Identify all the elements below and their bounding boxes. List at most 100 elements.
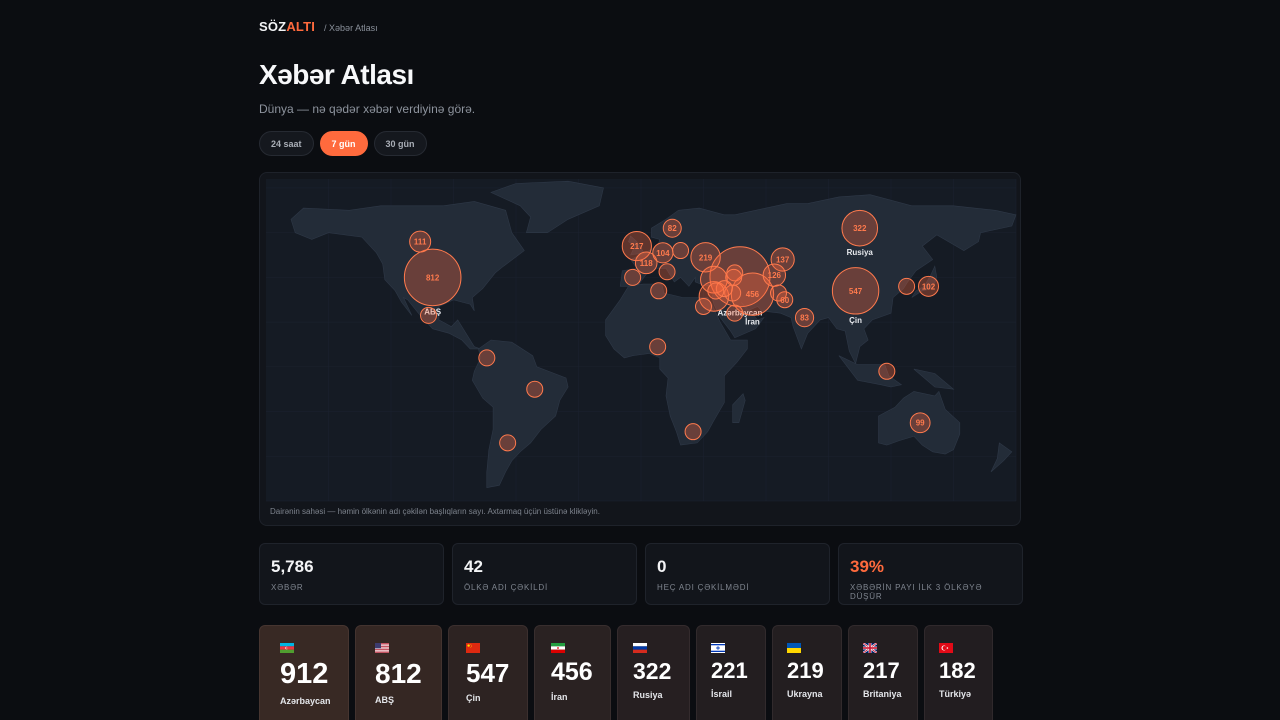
bubble-country-30[interactable] — [707, 282, 725, 300]
stat-label: XƏBƏR — [271, 583, 304, 592]
bubble-country-31[interactable] — [420, 306, 437, 324]
bubble-value-label: 111 — [414, 238, 427, 247]
stat-label: HEÇ ADI ÇƏKİLMƏDİ — [657, 583, 750, 592]
bubble-circle — [624, 268, 642, 286]
bubble-country-19[interactable] — [898, 277, 916, 295]
bubble-country-28[interactable] — [695, 297, 712, 315]
card-country-name: Çin — [466, 693, 481, 703]
bubble-country-33[interactable] — [684, 423, 702, 441]
card-country-name: İsrail — [711, 689, 733, 699]
bubble-value-label: 82 — [668, 224, 677, 233]
stat-top3-share: 39% XƏBƏRİN PAYI İLK 3 ÖLKƏYƏ DÜŞÜR — [838, 543, 1023, 605]
bubble-country-name: Rusiya — [847, 248, 874, 257]
stats-row: 5,786 XƏBƏR 42 ÖLKƏ ADI ÇƏKİLDİ 0 HEÇ AD… — [259, 543, 1023, 605]
bubble-circle — [420, 306, 437, 324]
bubble-circle — [672, 242, 690, 260]
bubble-country-38[interactable] — [770, 284, 787, 302]
bubble-circle — [726, 304, 744, 322]
card-count: 221 — [711, 658, 748, 683]
bubble-country-14[interactable]: 102 — [918, 275, 939, 297]
bubble-value-label: 217 — [630, 242, 644, 251]
bubble-circle — [649, 338, 667, 356]
bubble-country-34[interactable] — [478, 349, 496, 367]
card-country-name: Türkiyə — [939, 689, 972, 699]
bubble-circle — [499, 434, 517, 452]
ua-flag-icon — [787, 643, 801, 653]
tab-24-hours[interactable]: 24 saat — [259, 131, 314, 156]
stat-label: ÖLKƏ ADI ÇƏKİLDİ — [464, 583, 548, 592]
country-card-azerbaijan[interactable]: 912 Azərbaycan — [259, 625, 349, 720]
card-country-name: Ukrayna — [787, 689, 823, 699]
world-map-card: Azərbaycan812ABŞ547Çin456İran322Rusiya21… — [259, 172, 1021, 526]
bubble-country-32[interactable] — [526, 380, 544, 398]
bubble-country-23[interactable] — [624, 268, 642, 286]
bubble-value-label: 812 — [426, 273, 440, 282]
bubble-country-name: İran — [745, 317, 760, 326]
country-card-israel[interactable]: 221 İsrail — [696, 625, 766, 720]
stat-not-mentioned: 0 HEÇ ADI ÇƏKİLMƏDİ — [645, 543, 830, 605]
bubble-value-label: 102 — [922, 282, 936, 291]
card-count: 217 — [863, 658, 900, 683]
card-country-name: Britaniya — [863, 689, 902, 699]
country-card-iran[interactable]: 456 İran — [534, 625, 611, 720]
tab-30-days[interactable]: 30 gün — [373, 131, 427, 156]
country-card-turkey[interactable]: 182 Türkiyə — [924, 625, 993, 720]
bubble-country-12[interactable]: 111 — [409, 230, 432, 253]
tab-7-days[interactable]: 7 gün — [319, 131, 368, 156]
card-country-name: ABŞ — [375, 695, 395, 705]
top-bar: SÖZALTI / Xəbər Atlası — [259, 19, 378, 34]
ru-flag-icon — [633, 643, 647, 653]
bubble-circle — [898, 277, 916, 295]
country-card-china[interactable]: 547 Çin — [448, 625, 528, 720]
bubble-value-label: 456 — [746, 290, 760, 299]
bubble-value-label: 547 — [849, 287, 863, 296]
bubble-country-35[interactable] — [499, 434, 517, 452]
stat-label: XƏBƏRİN PAYI İLK 3 ÖLKƏYƏ DÜŞÜR — [850, 583, 983, 601]
card-count: 812 — [375, 658, 422, 689]
bubble-country-36[interactable] — [649, 338, 667, 356]
bubble-country-37[interactable] — [650, 282, 668, 300]
country-card-britain[interactable]: 217 Britaniya — [848, 625, 918, 720]
bubble-circle — [878, 362, 896, 380]
tr-flag-icon — [939, 643, 953, 653]
stat-value: 0 — [657, 557, 667, 576]
us-flag-icon — [375, 643, 389, 653]
bubble-country-13[interactable]: 104 — [652, 242, 674, 264]
card-country-name: Azərbaycan — [280, 696, 331, 706]
bubble-circle — [684, 423, 702, 441]
bubble-circle — [695, 297, 712, 315]
card-count: 456 — [551, 658, 593, 686]
bubble-country-24[interactable] — [726, 304, 744, 322]
bubble-circle — [650, 282, 668, 300]
bubble-value-label: 126 — [768, 271, 782, 280]
stat-value: 42 — [464, 557, 483, 576]
az-flag-icon — [280, 643, 294, 653]
bubble-country-22[interactable] — [658, 263, 676, 281]
bubble-country-17[interactable]: 82 — [662, 218, 682, 238]
bubble-country-21[interactable] — [672, 242, 690, 260]
bubble-country-27[interactable] — [878, 362, 896, 380]
bubble-value-label: 137 — [776, 256, 790, 265]
country-card-ukraine[interactable]: 219 Ukrayna — [772, 625, 842, 720]
country-card-russia[interactable]: 322 Rusiya — [617, 625, 690, 720]
card-country-name: Rusiya — [633, 690, 663, 700]
ir-flag-icon — [551, 643, 565, 653]
card-count: 322 — [633, 658, 672, 684]
country-cards-row: 912 Azərbaycan 812 ABŞ 547 Çin 456 İran … — [259, 625, 993, 720]
bubble-circle — [658, 263, 676, 281]
page-title: Xəbər Atlası — [259, 59, 414, 90]
stat-value: 39% — [850, 557, 885, 576]
site-logo[interactable]: SÖZALTI — [259, 19, 315, 34]
bubble-value-label: 322 — [853, 224, 867, 233]
bubble-country-10[interactable]: 126 — [762, 263, 787, 287]
bubble-country-15[interactable]: 99 — [909, 412, 931, 434]
bubble-circle — [478, 349, 496, 367]
breadcrumb: / Xəbər Atlası — [324, 23, 378, 33]
bubble-country-16[interactable]: 83 — [794, 308, 815, 328]
bubble-rusiya[interactable]: 322 Rusiya — [841, 209, 879, 257]
page-subtitle: Dünya — nə qədər xəbər verdiyinə görə. — [259, 102, 476, 116]
card-count: 219 — [787, 658, 824, 683]
country-card-usa[interactable]: 812 ABŞ — [355, 625, 442, 720]
card-country-name: İran — [551, 692, 568, 702]
bubble-value-label: 219 — [699, 253, 713, 262]
